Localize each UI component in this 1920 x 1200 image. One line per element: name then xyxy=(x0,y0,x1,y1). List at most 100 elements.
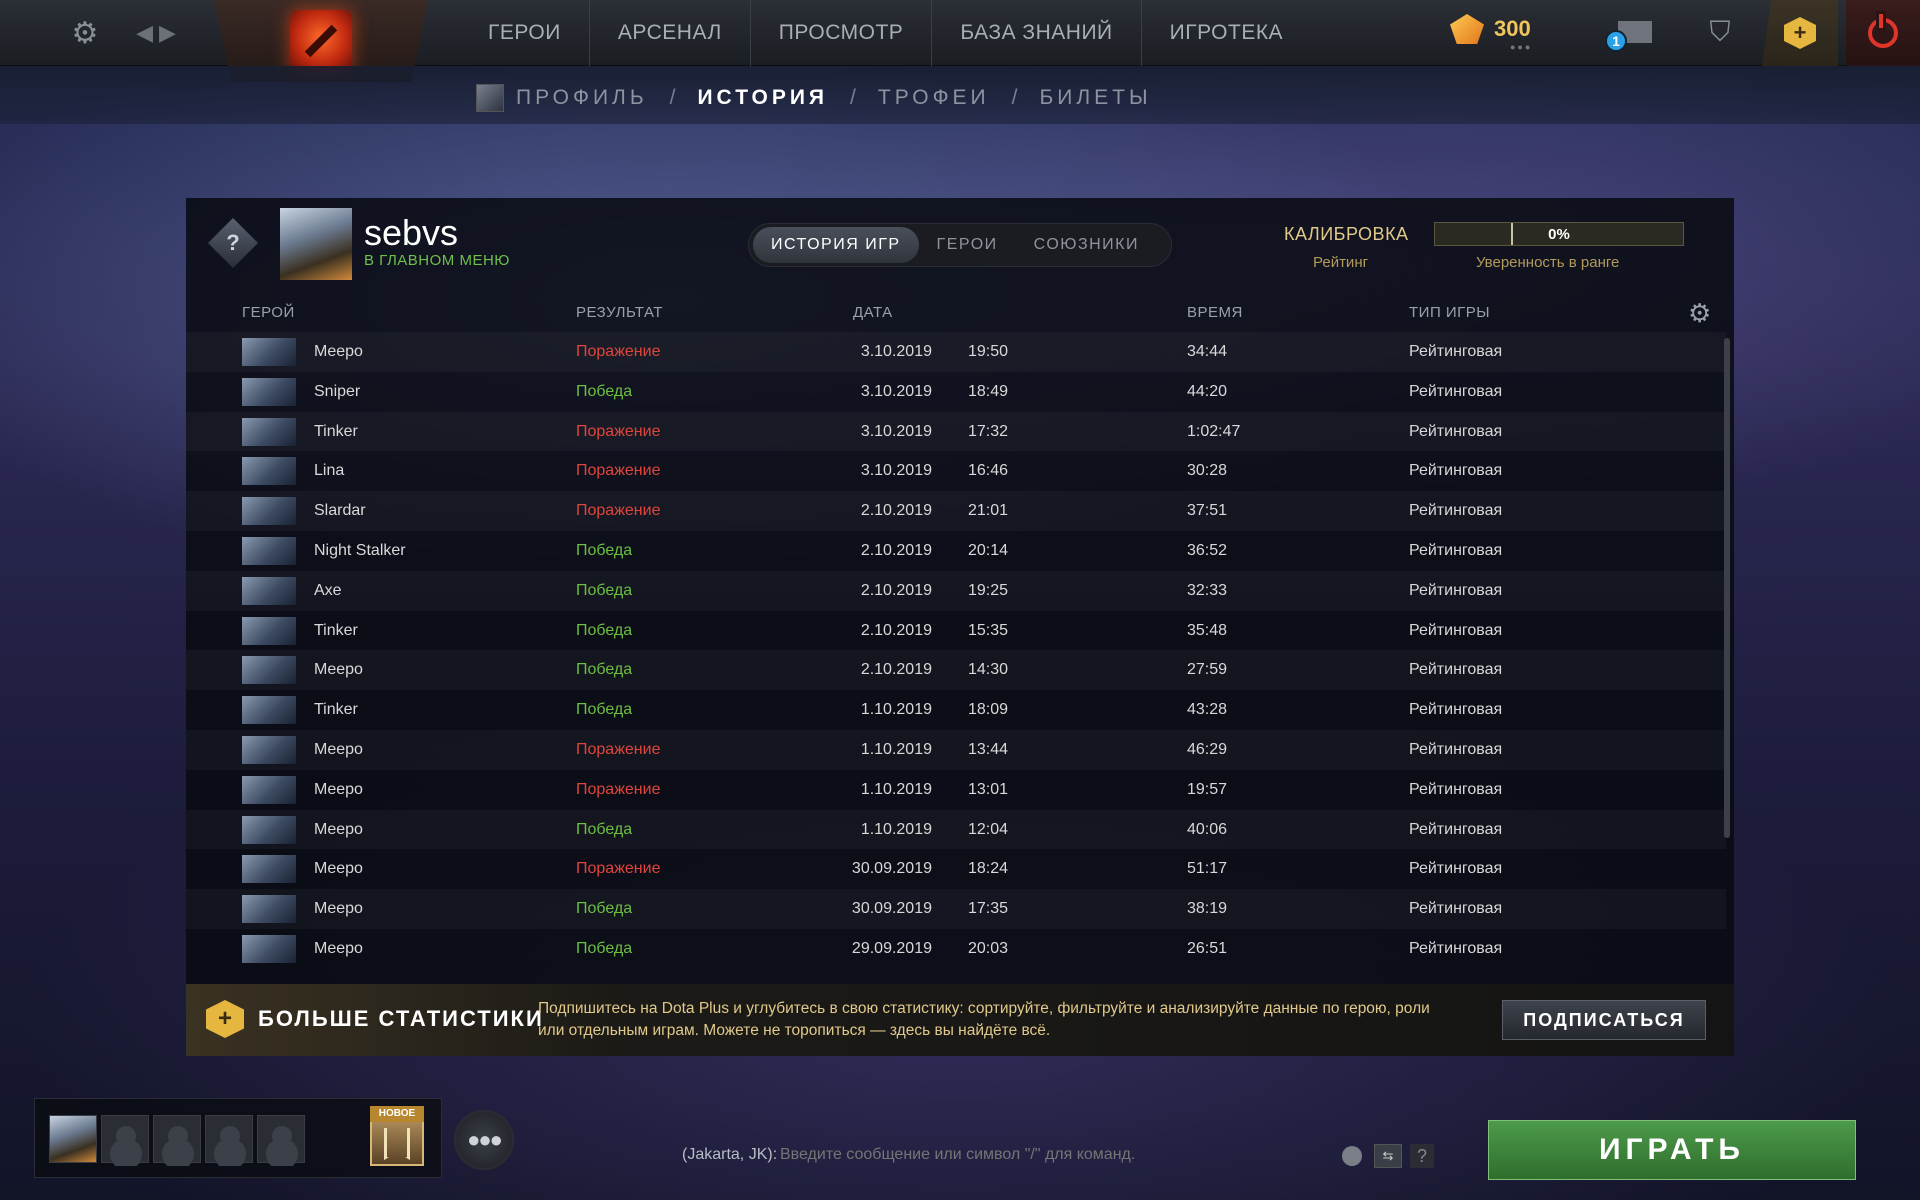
plus-banner-text: Подпишитесь на Dota Plus и углубитесь в … xyxy=(538,1000,1430,1039)
table-row[interactable]: Tinker Победа 2.10.2019 15:35 35:48 Рейтингов… xyxy=(186,611,1726,651)
tab-allies[interactable]: СОЮЗНИКИ xyxy=(1016,227,1157,263)
table-row[interactable]: Lina Поражение 3.10.2019 16:46 30:28 Рейтинго… xyxy=(186,451,1726,491)
table-row[interactable]: Meepo Победа 30.09.2019 17:35 38:19 Рейтингов… xyxy=(186,889,1726,929)
match-result: Победа xyxy=(576,541,633,559)
match-date: 1.10.2019 xyxy=(860,780,932,798)
party-slot-empty[interactable] xyxy=(101,1115,149,1163)
column-header-game-type[interactable]: ТИП ИГРЫ xyxy=(1409,304,1490,321)
match-date: 3.10.2019 xyxy=(860,343,932,360)
match-list: Meepo Поражение 3.10.2019 19:50 34:44 Рейтинг… xyxy=(186,332,1734,978)
match-duration: 32:33 xyxy=(1187,581,1228,599)
tab-heroes[interactable]: ГЕРОИ xyxy=(919,227,1016,263)
match-duration: 30:28 xyxy=(1187,462,1228,480)
plus-banner-title: БОЛЬШЕ СТАТИСТИКИ xyxy=(258,1006,544,1031)
rank-medal-icon[interactable]: ? xyxy=(208,218,258,268)
shards-currency[interactable]: 300 xyxy=(1450,14,1531,44)
hero-portrait xyxy=(242,895,296,924)
match-time: 18:24 xyxy=(968,860,1009,878)
match-time: 17:32 xyxy=(968,422,1009,440)
nav-learn[interactable]: БАЗА ЗНАНИЙ xyxy=(932,0,1142,66)
column-header-result[interactable]: РЕЗУЛЬТАТ xyxy=(576,304,663,321)
table-settings-icon[interactable]: ⚙ xyxy=(1688,298,1711,329)
column-header-date[interactable]: ДАТА xyxy=(853,304,893,321)
table-row[interactable]: Tinker Победа 1.10.2019 18:09 43:28 Рейтингов… xyxy=(186,690,1726,730)
match-time: 12:04 xyxy=(968,820,1009,838)
party-icon[interactable]: ●●● xyxy=(454,1110,514,1170)
column-header-duration[interactable]: ВРЕМЯ xyxy=(1187,304,1243,321)
profile-subnav: ПРОФИЛЬ / ИСТОРИЯ / ТРОФЕИ / БИЛЕТЫ xyxy=(476,84,1152,112)
dota-plus-button[interactable]: + xyxy=(1762,0,1838,66)
chat-input[interactable] xyxy=(780,1146,1300,1164)
table-row[interactable]: Meepo Победа 2.10.2019 14:30 27:59 Рейтингова… xyxy=(186,650,1726,690)
table-row[interactable]: Meepo Поражение 1.10.2019 13:44 46:29 Рейтинг… xyxy=(186,730,1726,770)
match-duration: 46:29 xyxy=(1187,740,1228,758)
subscribe-button[interactable]: ПОДПИСАТЬСЯ xyxy=(1502,1000,1706,1040)
match-time: 14:30 xyxy=(968,661,1009,679)
game-type: Рейтинговая xyxy=(1409,541,1503,559)
rank-confidence-label: Уверенность в ранге xyxy=(1476,254,1620,271)
table-row[interactable]: Slardar Поражение 2.10.2019 21:01 37:51 Рейти… xyxy=(186,491,1726,531)
nav-heroes[interactable]: ГЕРОИ xyxy=(460,0,590,66)
subnav-separator: / xyxy=(669,86,676,109)
gear-icon[interactable]: ⚙ xyxy=(68,16,102,50)
match-result: Поражение xyxy=(576,343,661,360)
column-header-hero[interactable]: ГЕРОЙ xyxy=(242,304,295,321)
hero-name: Meepo xyxy=(314,820,363,838)
party-slot-self[interactable] xyxy=(49,1115,97,1163)
subnav-separator: / xyxy=(850,86,856,109)
match-date: 29.09.2019 xyxy=(851,939,932,957)
subnav-history[interactable]: ИСТОРИЯ xyxy=(697,86,828,110)
subnav-trophies[interactable]: ТРОФЕИ xyxy=(878,86,990,110)
play-button[interactable]: ИГРАТЬ xyxy=(1488,1120,1856,1180)
nav-armory[interactable]: АРСЕНАЛ xyxy=(590,0,751,66)
party-slot-empty[interactable] xyxy=(257,1115,305,1163)
table-row[interactable]: Meepo Победа 1.10.2019 12:04 40:06 Рейтингова… xyxy=(186,810,1726,850)
match-result: Победа xyxy=(576,661,633,679)
calibration-label: КАЛИБРОВКА xyxy=(1284,224,1409,244)
table-row[interactable]: Sniper Победа 3.10.2019 18:49 44:20 Рейтингов… xyxy=(186,372,1726,412)
hero-portrait xyxy=(242,934,296,963)
subnav-tickets[interactable]: БИЛЕТЫ xyxy=(1040,86,1152,110)
exit-button[interactable] xyxy=(1846,0,1920,66)
translate-icon[interactable]: ⇆ xyxy=(1374,1144,1402,1168)
subnav-separator: / xyxy=(1011,86,1018,109)
game-type: Рейтинговая xyxy=(1409,860,1503,878)
match-duration: 38:19 xyxy=(1187,900,1228,918)
match-result: Победа xyxy=(576,820,633,838)
chat-channel-label[interactable]: (Jakarta, JK): xyxy=(682,1146,777,1164)
avatar[interactable] xyxy=(280,208,352,280)
hero-name: Night Stalker xyxy=(314,541,406,559)
battle-pass-button[interactable]: НОВОЕ xyxy=(370,1106,424,1166)
table-row[interactable]: Tinker Поражение 3.10.2019 17:32 1:02:47 Рейт… xyxy=(186,412,1726,452)
game-type: Рейтинговая xyxy=(1409,462,1503,480)
party-slot-empty[interactable] xyxy=(205,1115,253,1163)
hero-portrait xyxy=(242,616,296,645)
party-slot-empty[interactable] xyxy=(153,1115,201,1163)
game-type: Рейтинговая xyxy=(1409,581,1503,599)
match-duration: 51:17 xyxy=(1187,860,1228,878)
table-row[interactable]: Meepo Победа 29.09.2019 20:03 26:51 Рейтингов… xyxy=(186,929,1726,969)
armory-icon[interactable]: ⛉ xyxy=(1700,16,1740,49)
back-forward-arrows[interactable]: ◀▶ xyxy=(134,16,184,50)
table-row[interactable]: Meepo Поражение 1.10.2019 13:01 19:57 Рейтинг… xyxy=(186,770,1726,810)
hero-name: Tinker xyxy=(314,621,358,639)
subnav-profile[interactable]: ПРОФИЛЬ xyxy=(516,86,648,110)
table-row[interactable]: Axe Победа 2.10.2019 19:25 32:33 Рейтинговая xyxy=(186,571,1726,611)
hero-name: Sniper xyxy=(314,382,361,400)
match-date: 30.09.2019 xyxy=(851,860,932,878)
nav-arcade[interactable]: ИГРОТЕКА xyxy=(1142,0,1311,66)
match-duration: 1:02:47 xyxy=(1187,422,1241,440)
table-row[interactable]: Night Stalker Победа 2.10.2019 20:14 36:52 Ре… xyxy=(186,531,1726,571)
tab-match-history[interactable]: ИСТОРИЯ ИГР xyxy=(753,227,919,263)
scrollbar[interactable] xyxy=(1724,338,1730,838)
dota-plus-banner: + БОЛЬШЕ СТАТИСТИКИ Подпишитесь на Dota … xyxy=(186,984,1734,1056)
match-result: Победа xyxy=(576,621,633,639)
chat-help-button[interactable]: ? xyxy=(1410,1144,1434,1168)
match-result: Победа xyxy=(576,900,633,918)
table-row[interactable]: Meepo Поражение 3.10.2019 19:50 34:44 Рейтинг… xyxy=(186,332,1726,372)
table-row[interactable]: Meepo Поражение 30.09.2019 18:24 51:17 Рейтин… xyxy=(186,849,1726,889)
emoji-icon[interactable] xyxy=(1342,1146,1362,1166)
hero-name: Meepo xyxy=(314,780,363,798)
match-duration: 40:06 xyxy=(1187,820,1228,838)
nav-watch[interactable]: ПРОСМОТР xyxy=(751,0,933,66)
